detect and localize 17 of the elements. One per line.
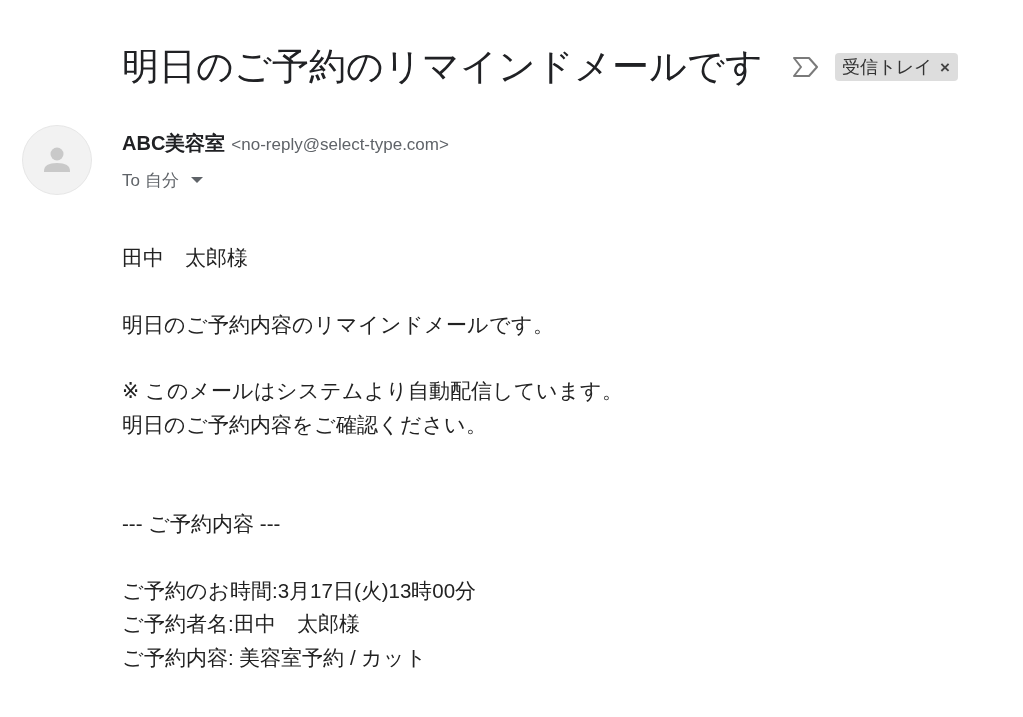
chevron-marker-icon[interactable] — [793, 57, 819, 77]
body-text: 明日のご予約内容のリマインドメールです。 — [122, 311, 554, 338]
details-text: ご予約のお時間:3月17日(火)13時00分 — [122, 577, 477, 604]
recipient-text: To 自分 — [122, 169, 179, 192]
details-text: ご予約者名:田中 太郎様 — [122, 611, 360, 637]
details-heading: --- ご予約内容 --- — [122, 511, 281, 537]
email-subject: 明日のご予約のリマインドメールです — [122, 45, 763, 89]
body-text: 明日のご予約内容をご確認ください。 — [122, 411, 487, 438]
label-text[interactable]: 受信トレイ — [842, 55, 932, 79]
body-text: 田中 太郎様 — [122, 245, 248, 271]
caret-down-icon[interactable] — [190, 177, 203, 183]
sender-name: ABC美容室 — [122, 131, 226, 156]
body-text: ※ このメールはシステムより自動配信しています。 — [122, 378, 623, 404]
details-text: ご予約内容: 美容室予約 / カット — [122, 644, 428, 671]
sender-email: <no-reply@select-type.com> — [231, 134, 449, 156]
avatar-icon — [22, 125, 92, 195]
remove-label-button[interactable]: × — [940, 58, 950, 76]
